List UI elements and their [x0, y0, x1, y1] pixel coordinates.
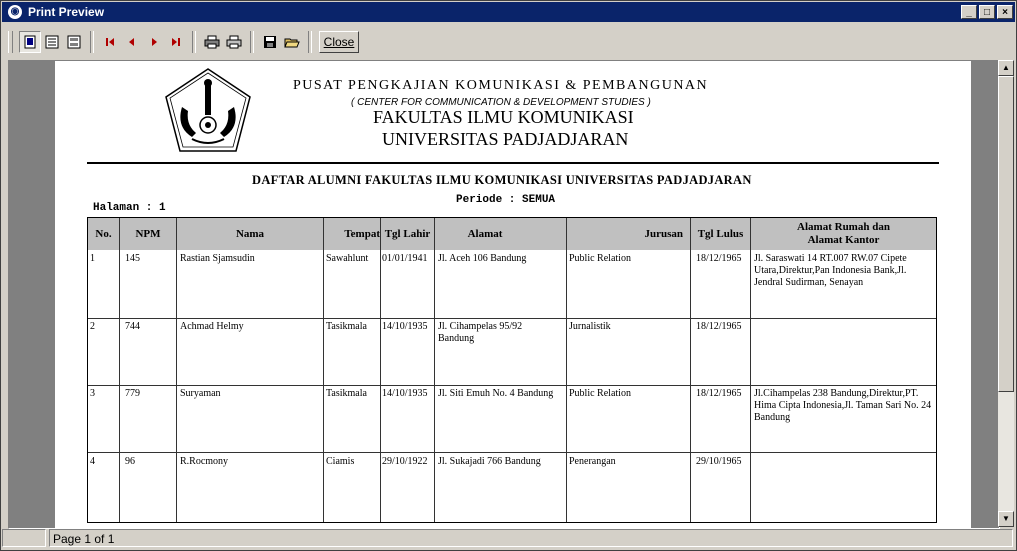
cell-tempat: Sawahlunt — [326, 253, 369, 264]
cell-alamat: Jl. Sukajadi 766 Bandung — [438, 456, 541, 467]
cell-nama: R.Rocmony — [180, 456, 229, 467]
save-icon[interactable] — [259, 31, 281, 53]
org-name: PUSAT PENGKAJIAN KOMUNIKASI & PEMBANGUNA… — [293, 78, 709, 93]
page-number-label: Halaman : 1 — [93, 202, 166, 214]
cell-tgl-lahir: 01/01/1941 — [382, 253, 428, 264]
header-divider — [87, 162, 939, 164]
status-bar: Page 1 of 1 — [2, 529, 1015, 549]
university-name: UNIVERSITAS PADJADJARAN — [382, 129, 629, 149]
col-header-no: No. — [95, 227, 112, 240]
cell-no: 2 — [90, 321, 95, 332]
row-divider — [88, 452, 936, 453]
table-header: No. NPM Nama Tempat Tgl Lahir Alamat Jur… — [88, 218, 936, 250]
maximize-icon[interactable]: □ — [979, 5, 995, 19]
cell-npm: 145 — [125, 253, 140, 264]
cell-no: 3 — [90, 388, 95, 399]
cell-alamat-rumah: Jl. Saraswati 14 RT.007 RW.07 Cipete Uta… — [754, 253, 907, 288]
scroll-thumb[interactable] — [998, 76, 1014, 392]
cell-jurusan: Public Relation — [569, 253, 631, 264]
cell-jurusan: Penerangan — [569, 456, 616, 467]
scroll-up-icon[interactable]: ▲ — [998, 60, 1014, 76]
cell-nama: Achmad Helmy — [180, 321, 244, 332]
window-controls: _ □ × — [961, 5, 1013, 19]
alumni-table: No. NPM Nama Tempat Tgl Lahir Alamat Jur… — [87, 217, 937, 523]
toolbar-separator — [250, 31, 254, 53]
col-divider — [176, 218, 177, 522]
print-icon[interactable] — [223, 31, 245, 53]
col-divider — [690, 218, 691, 522]
col-header-tgl-lahir: Tgl Lahir — [384, 227, 431, 240]
scroll-down-icon[interactable]: ▼ — [998, 511, 1014, 527]
cell-alamat: Jl. Cihampelas 95/92 Bandung — [438, 321, 523, 344]
open-icon[interactable] — [281, 31, 303, 53]
col-header-nama: Nama — [235, 227, 265, 240]
col-header-jurusan: Jurusan — [644, 227, 683, 240]
toolbar-separator — [90, 31, 94, 53]
preview-area[interactable]: PUSAT PENGKAJIAN KOMUNIKASI & PEMBANGUNA… — [8, 60, 1000, 529]
cell-npm: 779 — [125, 388, 140, 399]
cell-tgl-lulus: 18/12/1965 — [696, 321, 742, 332]
cell-tgl-lahir: 14/10/1935 — [382, 388, 428, 399]
cell-no: 1 — [90, 253, 95, 264]
cell-alamat-rumah: Jl.Cihampelas 238 Bandung,Direktur,PT. H… — [754, 388, 932, 423]
cell-tgl-lulus: 18/12/1965 — [696, 253, 742, 264]
status-panel-empty — [2, 529, 46, 547]
toolbar: Close — [2, 25, 1015, 59]
cell-tempat: Tasikmala — [326, 321, 367, 332]
university-logo — [165, 68, 251, 152]
cell-jurusan: Public Relation — [569, 388, 631, 399]
cell-tgl-lulus: 29/10/1965 — [696, 456, 742, 467]
col-header-npm: NPM — [135, 227, 161, 240]
col-header-tgl-lulus: Tgl Lulus — [697, 227, 744, 240]
col-divider — [119, 218, 120, 522]
page-info: Page 1 of 1 — [49, 529, 1013, 547]
row-divider — [88, 318, 936, 319]
cell-tgl-lahir: 14/10/1935 — [382, 321, 428, 332]
title-bar: ◉ Print Preview _ □ × — [2, 2, 1015, 22]
cell-tempat: Tasikmala — [326, 388, 367, 399]
cell-npm: 744 — [125, 321, 140, 332]
cell-nama: Suryaman — [180, 388, 221, 399]
periode-label: Periode : SEMUA — [456, 194, 556, 206]
cell-nama: Rastian Sjamsudin — [180, 253, 255, 264]
cell-tempat: Ciamis — [326, 456, 355, 467]
app-icon[interactable]: ◉ — [8, 5, 22, 19]
cell-alamat: Jl. Aceh 106 Bandung — [438, 253, 527, 264]
print-setup-icon[interactable] — [201, 31, 223, 53]
row-divider — [88, 385, 936, 386]
col-divider — [380, 218, 381, 522]
col-header-alamat-rumah: Alamat Rumah dan Alamat Kantor — [797, 221, 890, 246]
col-divider — [434, 218, 435, 522]
cell-alamat: Jl. Siti Emuh No. 4 Bandung — [438, 388, 554, 399]
window-title: Print Preview — [28, 5, 105, 19]
col-header-tempat: Tempat — [344, 227, 380, 240]
close-button[interactable]: Close — [319, 31, 359, 53]
col-divider — [750, 218, 751, 522]
minimize-icon[interactable]: _ — [961, 5, 977, 19]
report-title: DAFTAR ALUMNI FAKULTAS ILMU KOMUNIKASI U… — [252, 173, 752, 187]
toolbar-grip[interactable] — [8, 31, 13, 53]
single-page-icon[interactable] — [19, 31, 41, 53]
faculty-name: FAKULTAS ILMU KOMUNIKASI — [373, 107, 634, 127]
cell-tgl-lahir: 29/10/1922 — [382, 456, 428, 467]
first-page-icon[interactable] — [99, 31, 121, 53]
cell-jurusan: Jurnalistik — [569, 321, 611, 332]
col-divider — [323, 218, 324, 522]
col-header-alamat: Alamat — [467, 227, 503, 240]
col-divider — [566, 218, 567, 522]
cell-tgl-lulus: 18/12/1965 — [696, 388, 742, 399]
report-page: PUSAT PENGKAJIAN KOMUNIKASI & PEMBANGUNA… — [55, 61, 971, 528]
cell-no: 4 — [90, 456, 95, 467]
multi-page-icon[interactable] — [41, 31, 63, 53]
last-page-icon[interactable] — [165, 31, 187, 53]
close-window-icon[interactable]: × — [997, 5, 1013, 19]
fit-page-icon[interactable] — [63, 31, 85, 53]
cell-npm: 96 — [125, 456, 135, 467]
vertical-scrollbar[interactable]: ▲ ▼ — [998, 60, 1014, 527]
toolbar-separator — [192, 31, 196, 53]
next-page-icon[interactable] — [143, 31, 165, 53]
toolbar-separator — [308, 31, 312, 53]
prev-page-icon[interactable] — [121, 31, 143, 53]
print-preview-window: ◉ Print Preview _ □ × Close PUSAT PENGKA… — [0, 0, 1017, 551]
